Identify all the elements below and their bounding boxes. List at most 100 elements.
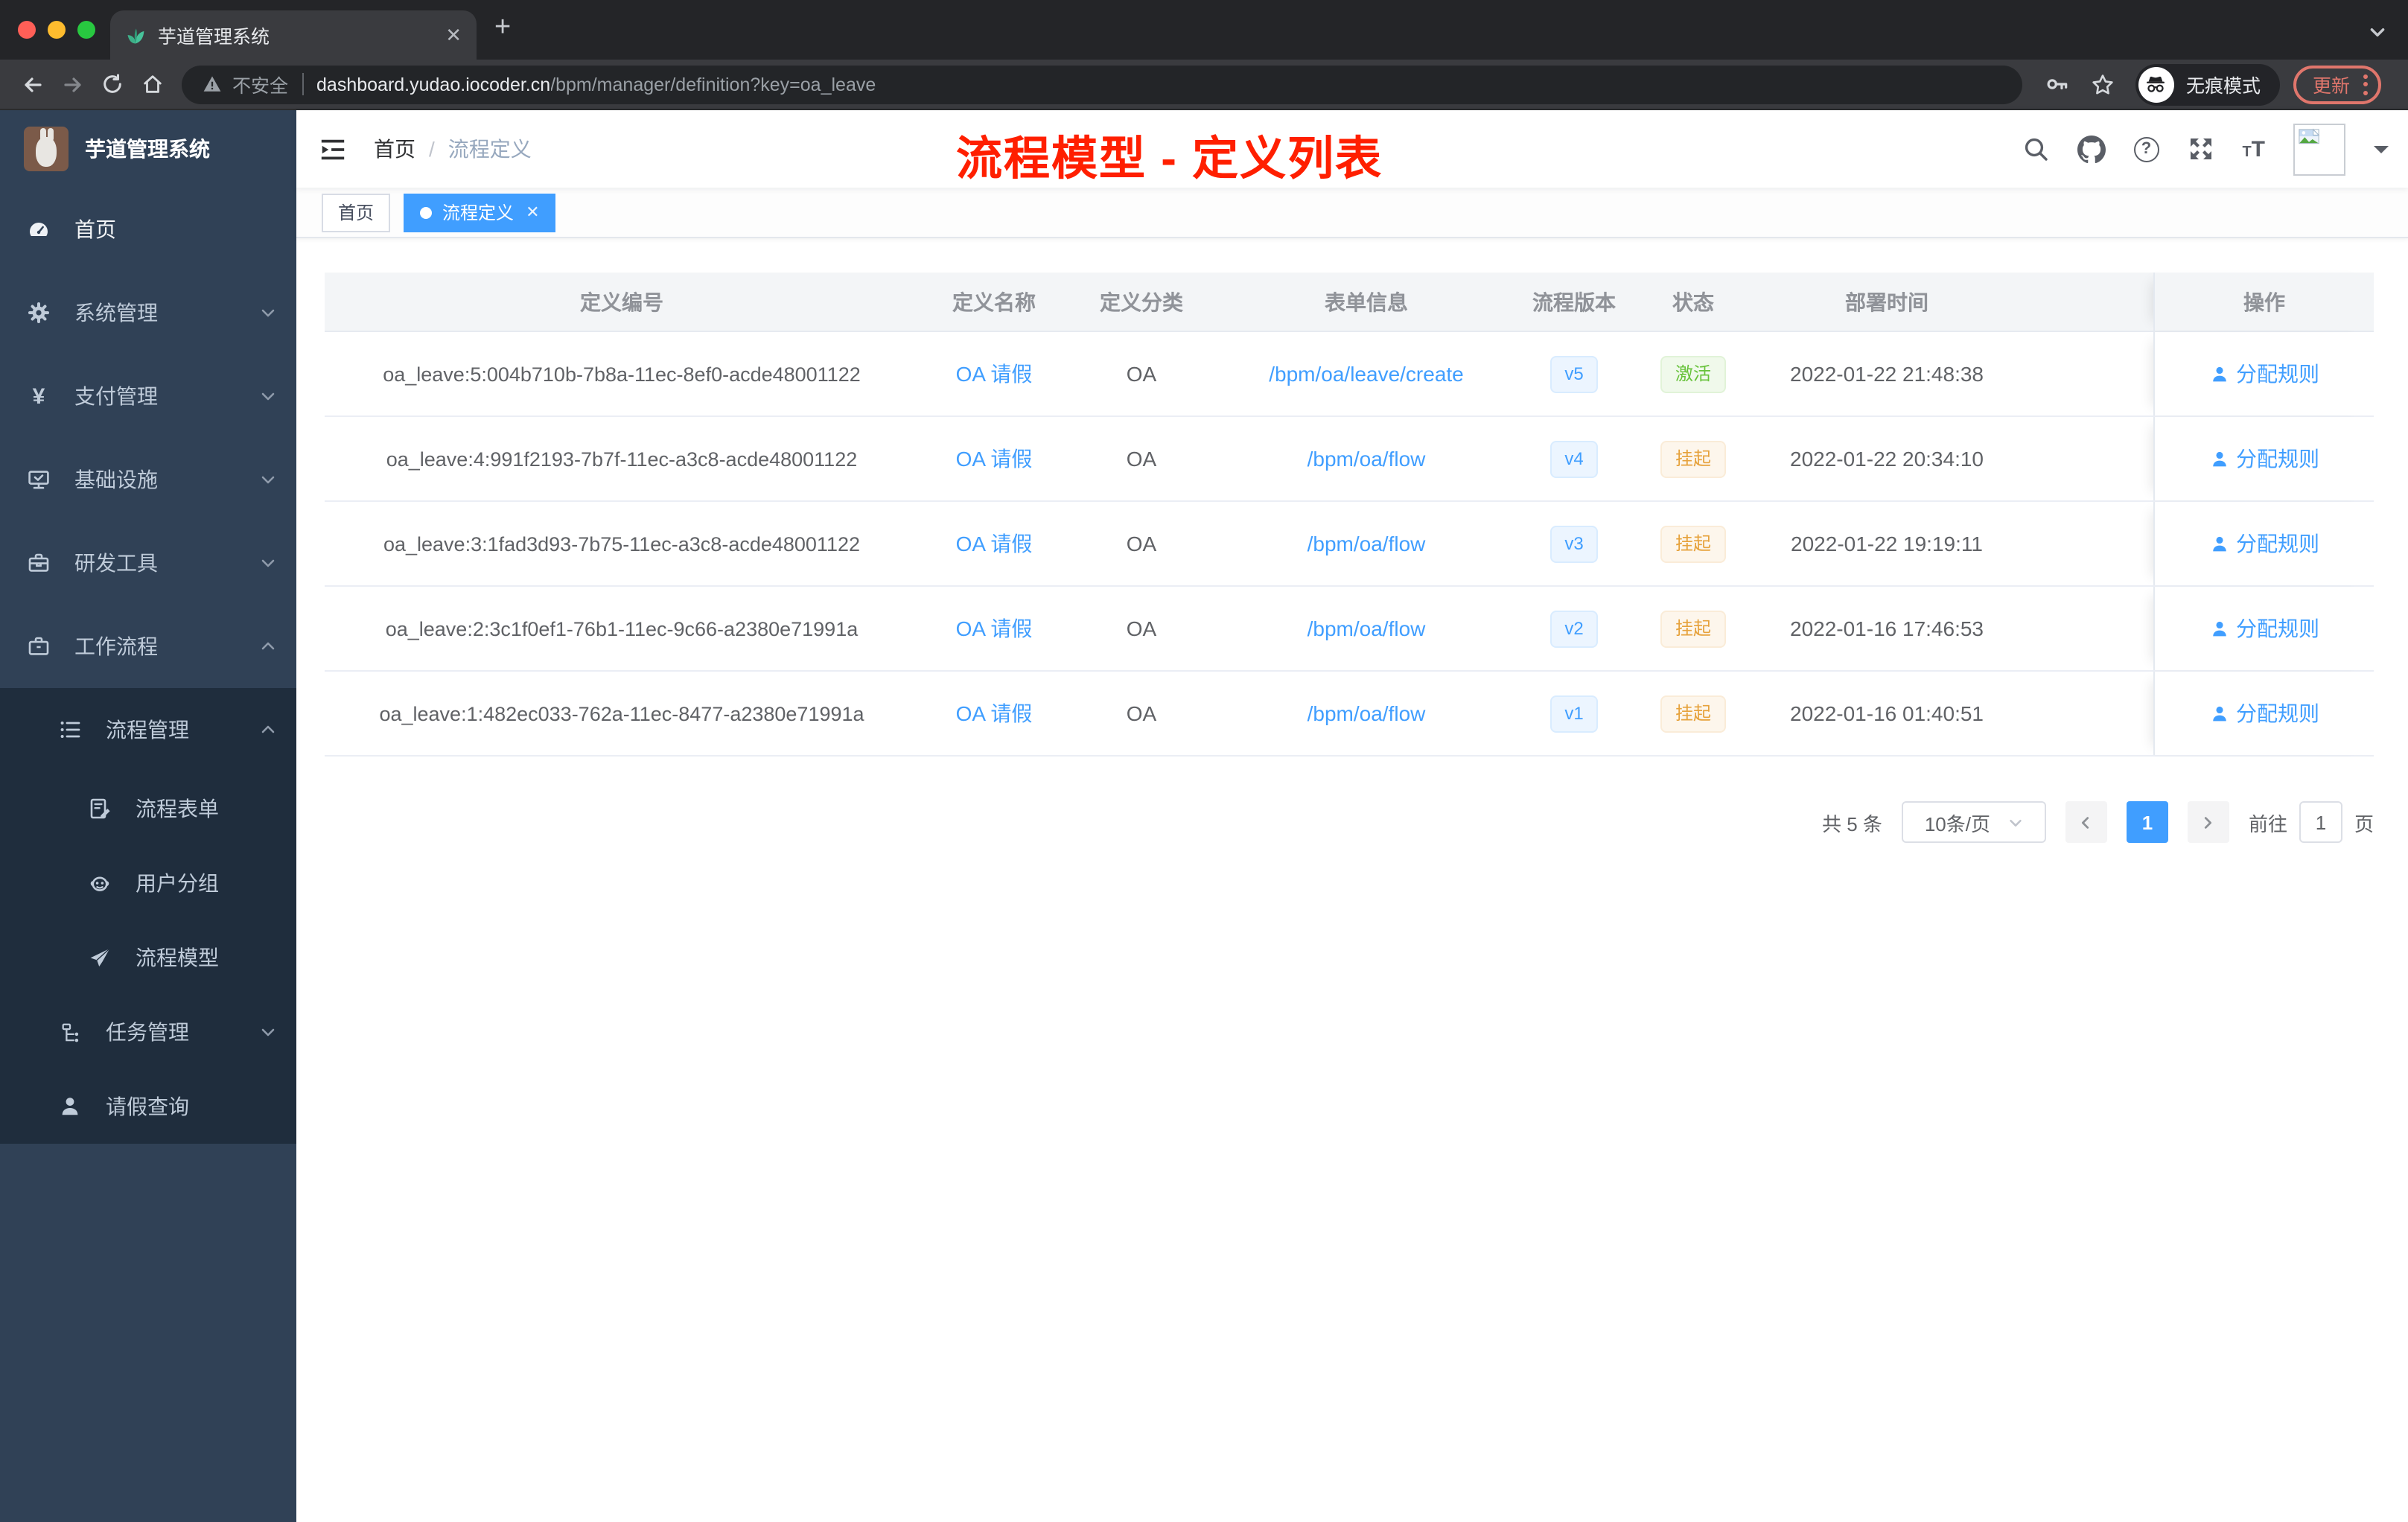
tab-close-icon[interactable]: ✕ bbox=[445, 25, 462, 45]
assign-rule-button[interactable]: 分配规则 bbox=[2209, 614, 2319, 643]
status-badge: 挂起 bbox=[1660, 610, 1726, 647]
minimize-window-button[interactable] bbox=[48, 21, 66, 39]
filler-cell bbox=[2016, 417, 2153, 500]
definition-id: oa_leave:5:004b710b-7b8a-11ec-8ef0-acde4… bbox=[383, 363, 861, 385]
definition-name-link[interactable]: OA 请假 bbox=[956, 698, 1033, 728]
form-info-link[interactable]: /bpm/oa/flow bbox=[1307, 617, 1426, 640]
kebab-menu-icon[interactable] bbox=[2363, 74, 2368, 95]
sidebar-item-payment[interactable]: ¥ 支付管理 bbox=[0, 354, 296, 438]
browser-tab[interactable]: 芋道管理系统 ✕ bbox=[110, 10, 477, 60]
table-row: oa_leave:2:3c1f0ef1-76b1-11ec-9c66-a2380… bbox=[325, 585, 2374, 670]
definition-name-link[interactable]: OA 请假 bbox=[956, 614, 1033, 643]
chevron-down-icon bbox=[259, 387, 277, 405]
definition-table: 定义编号 定义名称 定义分类 表单信息 流程版本 状态 部署时间 操作 oa_l… bbox=[325, 273, 2374, 757]
close-window-button[interactable] bbox=[18, 21, 36, 39]
chevron-down-icon bbox=[259, 554, 277, 572]
url-path: /bpm/manager/definition?key=oa_leave bbox=[550, 74, 876, 95]
sidebar-item-workflow[interactable]: 工作流程 bbox=[0, 605, 296, 688]
search-icon[interactable] bbox=[2022, 136, 2048, 162]
tab-search-chevron-icon[interactable] bbox=[2368, 22, 2387, 49]
sidebar-item-process-form[interactable]: 流程表单 bbox=[0, 771, 296, 846]
incognito-icon bbox=[2138, 66, 2174, 102]
sidebar-item-system[interactable]: 系统管理 bbox=[0, 271, 296, 354]
help-icon[interactable]: ? bbox=[2133, 136, 2159, 162]
deploy-time: 2022-01-16 01:40:51 bbox=[1790, 701, 1984, 725]
yen-icon: ¥ bbox=[32, 383, 45, 409]
page-size-select[interactable]: 10条/页 bbox=[1901, 801, 2046, 843]
user-icon bbox=[2212, 366, 2226, 381]
definition-name-link[interactable]: OA 请假 bbox=[956, 359, 1033, 389]
logo-avatar-image bbox=[24, 127, 69, 171]
sidebar-collapse-icon[interactable] bbox=[296, 135, 359, 163]
update-label[interactable]: 更新 bbox=[2313, 70, 2350, 98]
tree-icon bbox=[58, 1021, 82, 1043]
breadcrumb-home[interactable]: 首页 bbox=[374, 134, 415, 164]
next-page-button[interactable] bbox=[2187, 801, 2229, 843]
forward-button[interactable] bbox=[52, 72, 92, 96]
fullscreen-icon[interactable] bbox=[2187, 136, 2214, 162]
bookmark-star-icon[interactable] bbox=[2091, 72, 2115, 96]
deploy-time: 2022-01-22 20:34:10 bbox=[1790, 447, 1984, 471]
screen: 芋道管理系统 ✕ + 不安全 dashboard.yudao.iocoder.c… bbox=[0, 0, 2408, 1522]
tag-process-definition[interactable]: 流程定义 ✕ bbox=[404, 193, 556, 232]
page-number-current[interactable]: 1 bbox=[2126, 801, 2168, 843]
sidebar-item-user-group[interactable]: 用户分组 bbox=[0, 846, 296, 920]
tags-view-bar: 首页 流程定义 ✕ bbox=[296, 188, 2408, 238]
definition-name-link[interactable]: OA 请假 bbox=[956, 529, 1033, 558]
col-header-category: 定义分类 bbox=[1100, 290, 1183, 313]
main-area: 首页 / 流程定义 流程模型 - 定义列表 ? TT 首页 流程定义 ✕ 定义编… bbox=[296, 110, 2408, 1522]
tab-title: 芋道管理系统 bbox=[158, 27, 270, 48]
address-bar[interactable]: 不安全 dashboard.yudao.iocoder.cn /bpm/mana… bbox=[182, 65, 2022, 104]
sidebar-item-infrastructure[interactable]: 基础设施 bbox=[0, 438, 296, 521]
sidebar-item-dev-tools[interactable]: 研发工具 bbox=[0, 521, 296, 605]
definition-id: oa_leave:4:991f2193-7b7f-11ec-a3c8-acde4… bbox=[386, 448, 858, 470]
tag-home[interactable]: 首页 bbox=[322, 193, 391, 232]
breadcrumb-current: 流程定义 bbox=[447, 137, 532, 161]
browser-chrome: 芋道管理系统 ✕ + 不安全 dashboard.yudao.iocoder.c… bbox=[0, 0, 2408, 110]
goto-page-input[interactable] bbox=[2299, 801, 2342, 843]
definition-category: OA bbox=[1126, 617, 1157, 640]
sidebar-item-process-model[interactable]: 流程模型 bbox=[0, 920, 296, 995]
github-icon[interactable] bbox=[2077, 135, 2106, 163]
gear-icon bbox=[27, 301, 51, 325]
assign-rule-button[interactable]: 分配规则 bbox=[2209, 444, 2319, 474]
avatar[interactable] bbox=[2293, 123, 2345, 175]
prev-page-button[interactable] bbox=[2065, 801, 2107, 843]
toolbox-icon bbox=[27, 551, 51, 575]
assign-rule-button[interactable]: 分配规则 bbox=[2209, 359, 2319, 389]
status-badge: 激活 bbox=[1660, 355, 1726, 392]
table-row: oa_leave:3:1fad3d93-7b75-11ec-a3c8-acde4… bbox=[325, 500, 2374, 585]
chevron-down-icon bbox=[259, 304, 277, 322]
reload-button[interactable] bbox=[92, 73, 133, 95]
sidebar-item-task-management[interactable]: 任务管理 bbox=[0, 995, 296, 1069]
not-secure-label[interactable]: 不安全 bbox=[232, 70, 288, 98]
assign-rule-button[interactable]: 分配规则 bbox=[2209, 529, 2319, 558]
form-info-link[interactable]: /bpm/oa/flow bbox=[1307, 701, 1426, 725]
assign-rule-button[interactable]: 分配规则 bbox=[2209, 698, 2319, 728]
sidebar-item-leave-query[interactable]: 请假查询 bbox=[0, 1069, 296, 1144]
back-button[interactable] bbox=[12, 72, 52, 96]
home-button[interactable] bbox=[133, 73, 173, 95]
tag-close-icon[interactable]: ✕ bbox=[526, 203, 539, 222]
incognito-badge: 无痕模式 bbox=[2135, 63, 2280, 105]
browser-toolbar: 不安全 dashboard.yudao.iocoder.cn /bpm/mana… bbox=[0, 60, 2408, 110]
new-tab-button[interactable]: + bbox=[494, 12, 511, 45]
form-info-link[interactable]: /bpm/oa/flow bbox=[1307, 447, 1426, 471]
filler-cell bbox=[2016, 332, 2153, 415]
zoom-window-button[interactable] bbox=[77, 21, 95, 39]
definition-name-link[interactable]: OA 请假 bbox=[956, 444, 1033, 474]
total-count-label: 共 5 条 bbox=[1822, 812, 1882, 835]
table-row: oa_leave:1:482ec033-762a-11ec-8477-a2380… bbox=[325, 670, 2374, 755]
definition-category: OA bbox=[1126, 701, 1157, 725]
font-size-icon[interactable]: TT bbox=[2242, 136, 2265, 162]
avatar-caret-icon[interactable] bbox=[2374, 146, 2389, 161]
sidebar-item-process-management[interactable]: 流程管理 bbox=[0, 688, 296, 771]
browser-update-menu[interactable]: 更新 bbox=[2293, 65, 2381, 104]
form-info-link[interactable]: /bpm/oa/flow bbox=[1307, 532, 1426, 555]
sidebar-item-label: 任务管理 bbox=[106, 1020, 189, 1044]
sidebar-item-home[interactable]: 首页 bbox=[0, 188, 296, 271]
form-info-link[interactable]: /bpm/oa/leave/create bbox=[1269, 362, 1464, 386]
briefcase-icon bbox=[27, 634, 51, 658]
sidebar-item-label: 研发工具 bbox=[74, 551, 158, 575]
password-key-icon[interactable] bbox=[2045, 71, 2070, 97]
